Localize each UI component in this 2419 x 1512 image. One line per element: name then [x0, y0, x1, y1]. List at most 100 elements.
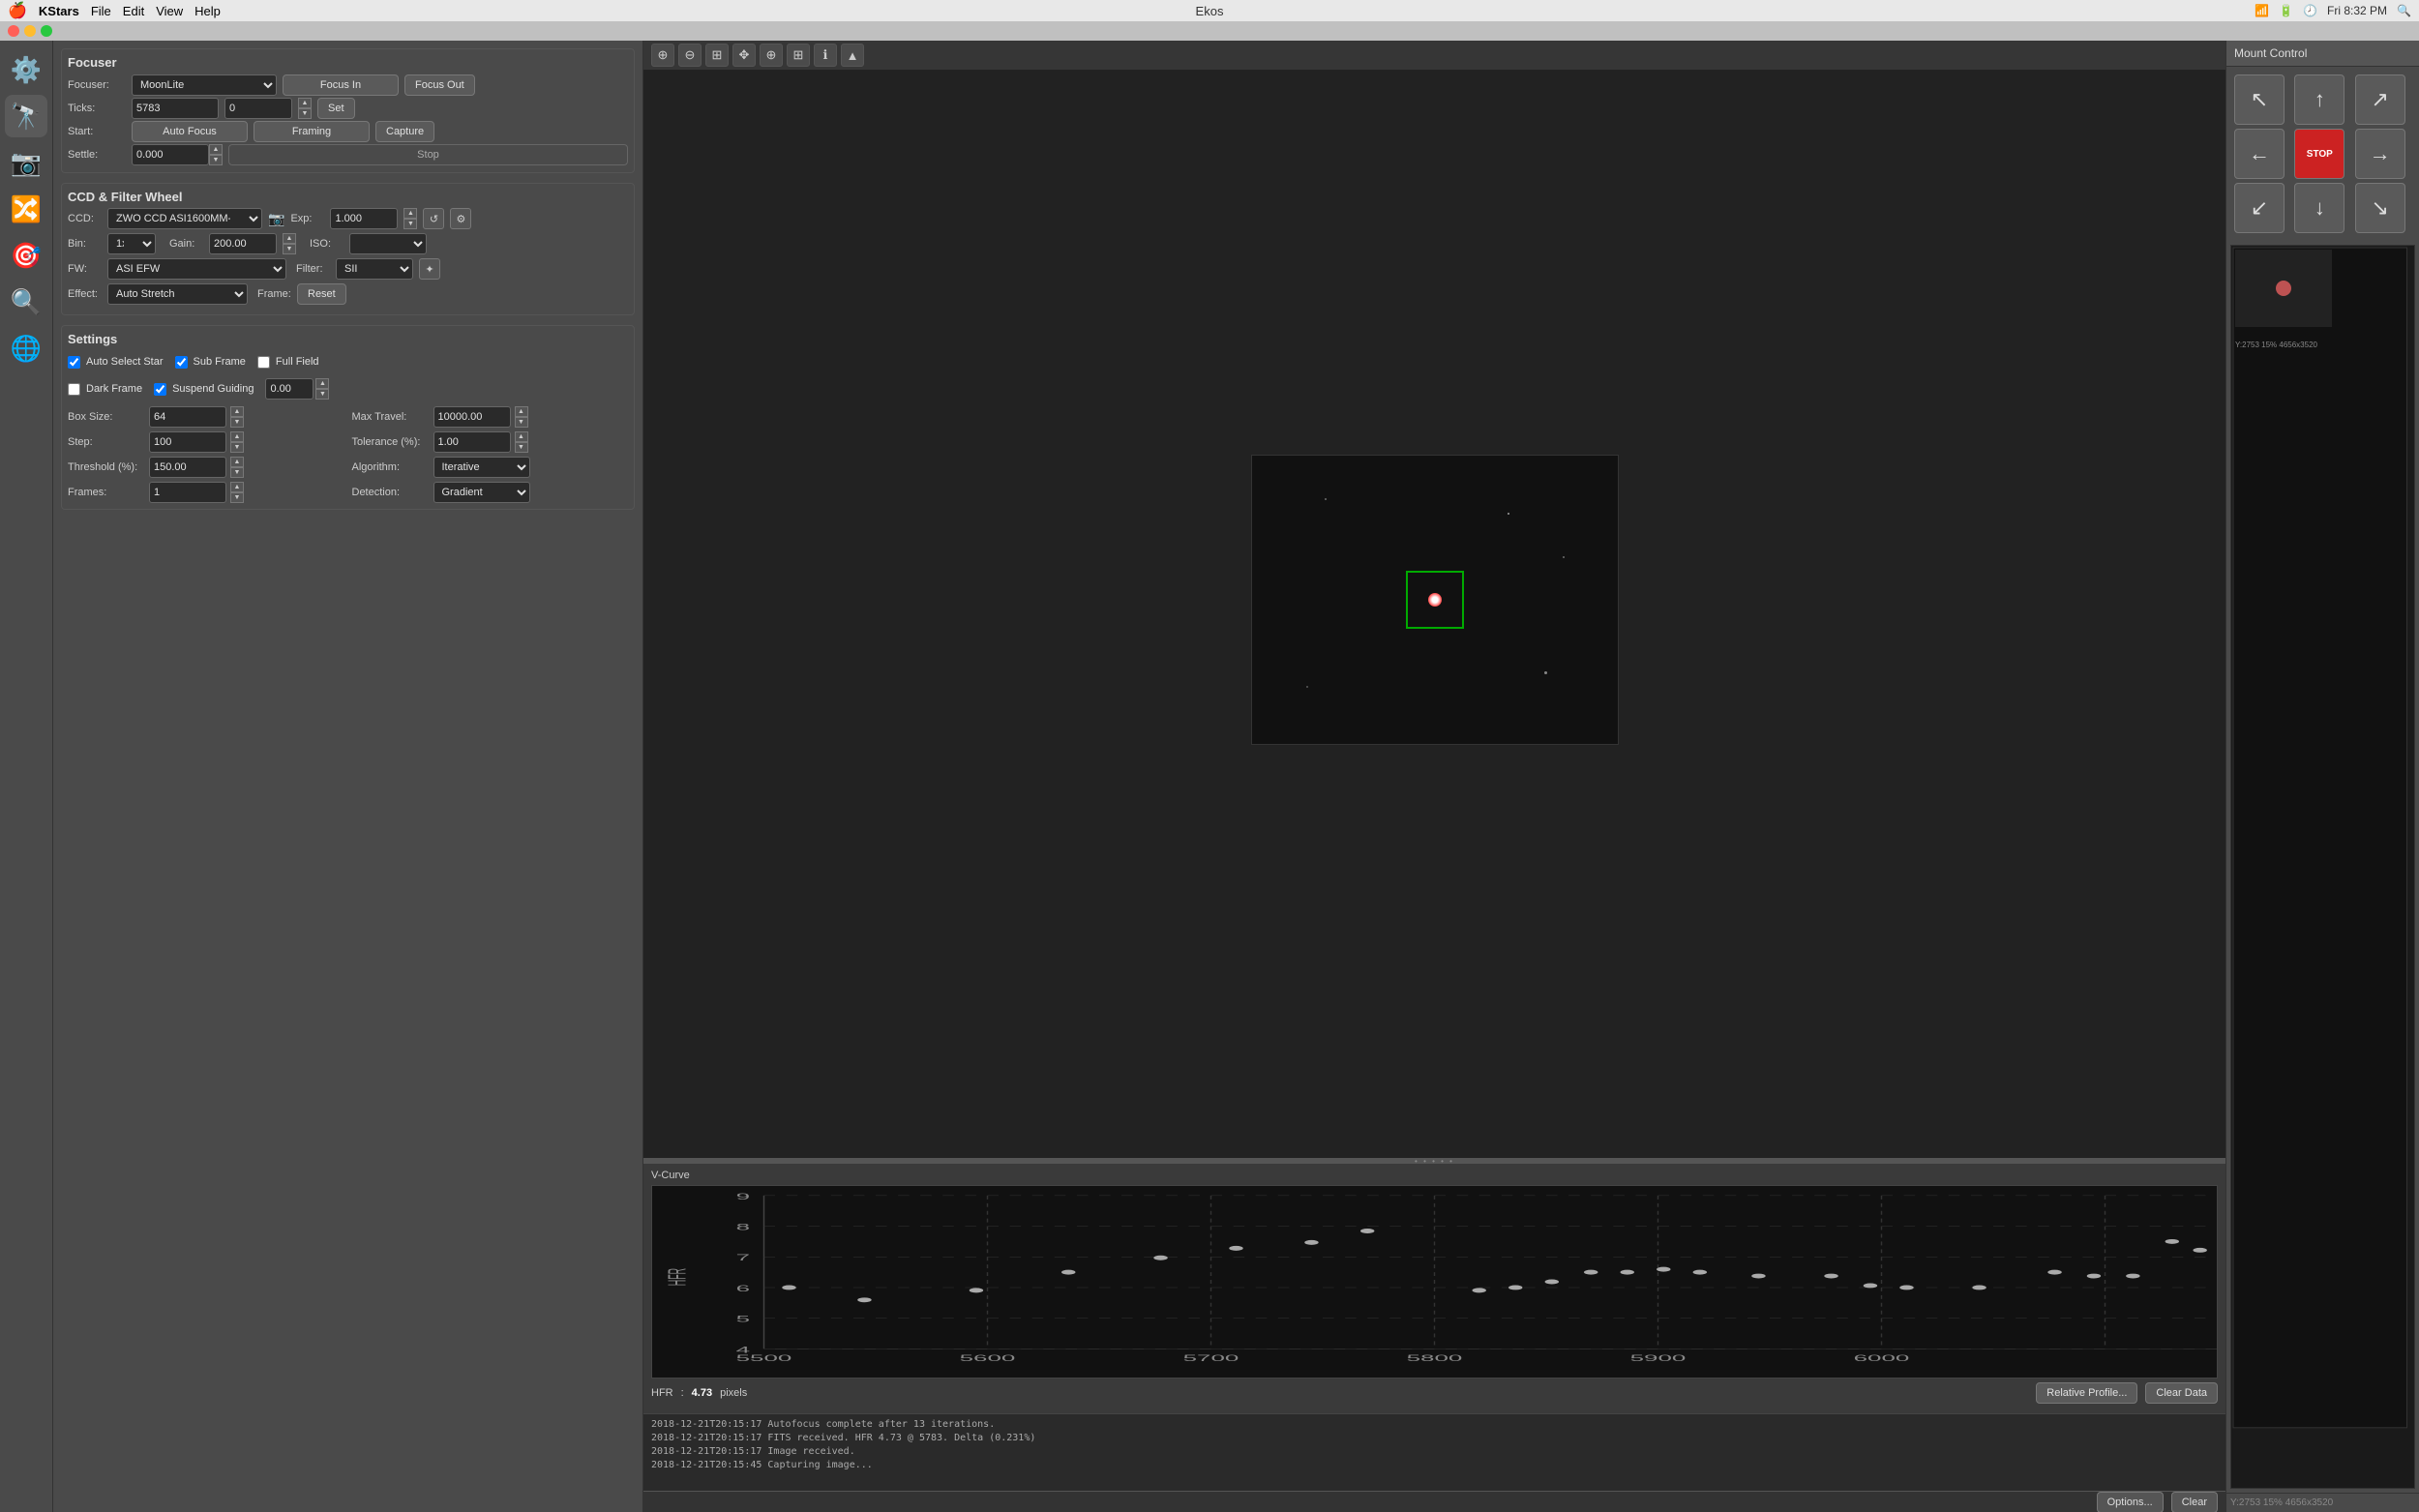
box-size-input[interactable]: 64 — [149, 406, 226, 428]
mount-dr-button[interactable]: ↘ — [2355, 183, 2405, 233]
crosshair-icon[interactable]: ⊕ — [760, 44, 783, 67]
menu-edit[interactable]: Edit — [123, 4, 144, 18]
ticks-input[interactable]: 5783 — [132, 98, 219, 119]
ccd-select[interactable]: ZWO CCD ASI1600MM-Cool — [107, 208, 262, 229]
step-input[interactable]: 100 — [149, 431, 226, 453]
bin-select[interactable]: 1x1 2x2 3x3 — [107, 233, 156, 254]
suspend-up[interactable]: ▲ — [315, 378, 329, 389]
suspend-guiding-checkbox[interactable] — [154, 383, 166, 396]
algorithm-label: Algorithm: — [352, 461, 430, 473]
filter-edit-icon[interactable]: ✦ — [419, 258, 440, 280]
filter-select[interactable]: SII Ha OIII — [336, 258, 413, 280]
step-spinner[interactable]: ▲ ▼ — [230, 431, 244, 453]
mount-up-button[interactable]: ↑ — [2294, 74, 2344, 125]
box-size-spinner[interactable]: ▲ ▼ — [230, 406, 244, 428]
ticks-down-arrow[interactable]: ▼ — [298, 108, 312, 119]
gain-up[interactable]: ▲ — [283, 233, 296, 244]
sidebar-item-scheduler[interactable]: 🌐 — [5, 327, 47, 370]
sidebar-item-align[interactable]: 🔀 — [5, 188, 47, 230]
iso-select[interactable] — [349, 233, 427, 254]
menu-help[interactable]: Help — [194, 4, 221, 18]
svg-text:8: 8 — [736, 1223, 750, 1232]
reset-button[interactable]: Reset — [297, 283, 346, 305]
full-field-checkbox[interactable] — [257, 356, 270, 369]
exp-up[interactable]: ▲ — [403, 208, 417, 219]
mount-coords: Y:2753 15% 4656x3520 — [2230, 1497, 2333, 1508]
focus-in-button[interactable]: Focus In — [283, 74, 399, 96]
exp-spinner[interactable]: ▲ ▼ — [403, 208, 417, 229]
clear-button[interactable]: Clear — [2171, 1492, 2218, 1512]
dark-frame-checkbox[interactable] — [68, 383, 80, 396]
fit-icon[interactable]: ⊞ — [705, 44, 729, 67]
options-button[interactable]: Options... — [2097, 1492, 2164, 1512]
relative-profile-button[interactable]: Relative Profile... — [2036, 1382, 2137, 1404]
suspend-spinner[interactable]: ▲ ▼ — [315, 378, 329, 400]
info-icon[interactable]: ℹ — [814, 44, 837, 67]
stop-button[interactable]: Stop — [228, 144, 628, 165]
frames-input[interactable]: 1 — [149, 482, 226, 503]
menu-file[interactable]: File — [91, 4, 111, 18]
clear-data-button[interactable]: Clear Data — [2145, 1382, 2218, 1404]
gain-spinner[interactable]: ▲ ▼ — [283, 233, 296, 254]
frames-spinner[interactable]: ▲ ▼ — [230, 482, 244, 503]
gain-input[interactable]: 200.00 — [209, 233, 277, 254]
threshold-spinner[interactable]: ▲ ▼ — [230, 457, 244, 478]
ticks-set-input[interactable]: 0 — [224, 98, 292, 119]
effect-select[interactable]: Auto Stretch None High Contrast — [107, 283, 248, 305]
detection-select[interactable]: Gradient SEP Centroid — [433, 482, 530, 503]
settle-spinner[interactable]: ▲ ▼ — [209, 144, 223, 165]
mount-ul-button[interactable]: ↖ — [2234, 74, 2285, 125]
mount-right-button[interactable]: → — [2355, 129, 2405, 179]
sidebar-item-analyze[interactable]: 🔍 — [5, 281, 47, 323]
mount-down-button[interactable]: ↓ — [2294, 183, 2344, 233]
exp-down[interactable]: ▼ — [403, 219, 417, 229]
maximize-button[interactable] — [41, 25, 52, 37]
ticks-spinner[interactable]: ▲ ▼ — [298, 98, 312, 119]
fw-select[interactable]: ASI EFW — [107, 258, 286, 280]
sub-frame-checkbox[interactable] — [175, 356, 188, 369]
search-icon[interactable]: 🔍 — [2397, 4, 2411, 17]
settle-down[interactable]: ▼ — [209, 155, 223, 165]
histogram-icon[interactable]: ▲ — [841, 44, 864, 67]
settings-grid: Box Size: 64 ▲ ▼ Max Travel: 10000.00 ▲ … — [68, 406, 628, 503]
zoom-out-icon[interactable]: ⊖ — [678, 44, 702, 67]
mount-dl-button[interactable]: ↙ — [2234, 183, 2285, 233]
capture-button[interactable]: Capture — [375, 121, 434, 142]
apple-menu[interactable]: 🍎 — [8, 1, 27, 20]
sidebar-item-ekos[interactable]: ⚙️ — [5, 48, 47, 91]
settings-icon[interactable]: ⚙ — [450, 208, 471, 229]
pan-icon[interactable]: ✥ — [732, 44, 756, 67]
mount-left-button[interactable]: ← — [2234, 129, 2285, 179]
minimize-button[interactable] — [24, 25, 36, 37]
settle-input[interactable]: 0.000 — [132, 144, 209, 165]
menu-view[interactable]: View — [156, 4, 183, 18]
auto-focus-button[interactable]: Auto Focus — [132, 121, 248, 142]
settle-up[interactable]: ▲ — [209, 144, 223, 155]
mount-stop-button[interactable]: STOP — [2294, 129, 2344, 179]
focuser-select[interactable]: MoonLite — [132, 74, 277, 96]
mount-ur-button[interactable]: ↗ — [2355, 74, 2405, 125]
zoom-in-icon[interactable]: ⊕ — [651, 44, 674, 67]
threshold-input[interactable]: 150.00 — [149, 457, 226, 478]
set-button[interactable]: Set — [317, 98, 355, 119]
algorithm-select[interactable]: Iterative Polynomial Linear — [433, 457, 530, 478]
suspend-down[interactable]: ▼ — [315, 389, 329, 400]
focus-out-button[interactable]: Focus Out — [404, 74, 475, 96]
close-button[interactable] — [8, 25, 19, 37]
suspend-value-input[interactable]: 0.00 — [265, 378, 314, 400]
tolerance-spinner[interactable]: ▲ ▼ — [515, 431, 528, 453]
grid-icon[interactable]: ⊞ — [787, 44, 810, 67]
gain-down[interactable]: ▼ — [283, 244, 296, 254]
loop-icon[interactable]: ↺ — [423, 208, 444, 229]
framing-button[interactable]: Framing — [254, 121, 370, 142]
sidebar-item-capture[interactable]: 📷 — [5, 141, 47, 184]
clock-icon: 🕗 — [2303, 4, 2317, 17]
tolerance-input[interactable]: 1.00 — [433, 431, 511, 453]
sidebar-item-focuser[interactable]: 🔭 — [5, 95, 47, 137]
ticks-up-arrow[interactable]: ▲ — [298, 98, 312, 108]
max-travel-spinner[interactable]: ▲ ▼ — [515, 406, 528, 428]
sidebar-item-guide[interactable]: 🎯 — [5, 234, 47, 277]
auto-select-star-checkbox[interactable] — [68, 356, 80, 369]
max-travel-input[interactable]: 10000.00 — [433, 406, 511, 428]
exp-input[interactable]: 1.000 — [330, 208, 398, 229]
